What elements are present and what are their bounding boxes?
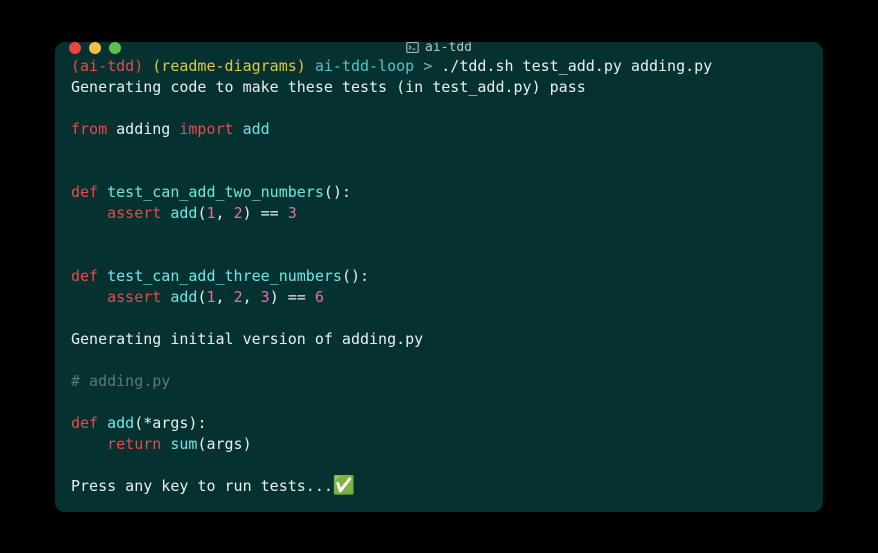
indent-2 — [71, 288, 107, 306]
minimize-icon[interactable] — [89, 42, 101, 54]
num-1b: 2 — [234, 204, 243, 222]
kw-import: import — [179, 120, 233, 138]
window-title-text: ai-tdd — [425, 42, 472, 56]
indent-1 — [71, 204, 107, 222]
comma-2b: , — [243, 288, 261, 306]
star-args: *args — [143, 414, 188, 432]
comma-2a: , — [216, 288, 234, 306]
id-args: args — [206, 435, 242, 453]
num-2d: 6 — [315, 288, 324, 306]
fn-test1: test_can_add_two_numbers — [98, 183, 324, 201]
call-add-2: add — [161, 288, 197, 306]
kw-return: return — [107, 435, 161, 453]
call-add-1: add — [161, 204, 197, 222]
mod-adding: adding — [107, 120, 179, 138]
comment-adding: # adding.py — [71, 372, 170, 390]
eq-2: == — [279, 288, 315, 306]
fn-add: add — [98, 414, 134, 432]
titlebar: ai-tdd — [55, 42, 823, 54]
rparen-1: ) — [243, 204, 252, 222]
num-1a: 1 — [206, 204, 215, 222]
prompt-path: ai-tdd-loop — [315, 57, 414, 75]
maximize-icon[interactable] — [109, 42, 121, 54]
kw-assert-2: assert — [107, 288, 161, 306]
traffic-lights — [69, 42, 121, 54]
num-2b: 2 — [234, 288, 243, 306]
import-add: add — [234, 120, 270, 138]
checkmark-icon: ✅ — [333, 477, 355, 495]
comma-1a: , — [216, 204, 234, 222]
close-icon[interactable] — [69, 42, 81, 54]
kw-assert-1: assert — [107, 204, 161, 222]
terminal-icon — [406, 42, 419, 55]
colon-1: : — [342, 183, 351, 201]
lparen-3: ( — [134, 414, 143, 432]
eq-1: == — [252, 204, 288, 222]
kw-def-1: def — [71, 183, 98, 201]
window-title: ai-tdd — [406, 42, 472, 56]
prompt-venv: (ai-tdd) — [71, 57, 143, 75]
num-1c: 3 — [288, 204, 297, 222]
paren-1: () — [324, 183, 342, 201]
terminal-body[interactable]: (ai-tdd) (readme-diagrams) ai-tdd-loop >… — [55, 54, 823, 512]
terminal-window: ai-tdd (ai-tdd) (readme-diagrams) ai-tdd… — [55, 42, 823, 512]
paren-2: () — [342, 267, 360, 285]
colon-2: : — [360, 267, 369, 285]
prompt-sep: > — [423, 57, 432, 75]
colon-3: : — [197, 414, 206, 432]
press-key-prompt: Press any key to run tests... — [71, 477, 333, 495]
kw-def-3: def — [71, 414, 98, 432]
rparen-4: ) — [243, 435, 252, 453]
fn-test2: test_can_add_three_numbers — [98, 267, 342, 285]
prompt-branch: (readme-diagrams) — [152, 57, 306, 75]
prompt-command: ./tdd.sh test_add.py adding.py — [441, 57, 712, 75]
call-sum: sum — [161, 435, 197, 453]
kw-def-2: def — [71, 267, 98, 285]
num-2a: 1 — [206, 288, 215, 306]
rparen-2: ) — [270, 288, 279, 306]
indent-3 — [71, 435, 107, 453]
num-2c: 3 — [261, 288, 270, 306]
output-gen-initial: Generating initial version of adding.py — [71, 330, 423, 348]
kw-from: from — [71, 120, 107, 138]
output-gen-tests: Generating code to make these tests (in … — [71, 78, 586, 96]
